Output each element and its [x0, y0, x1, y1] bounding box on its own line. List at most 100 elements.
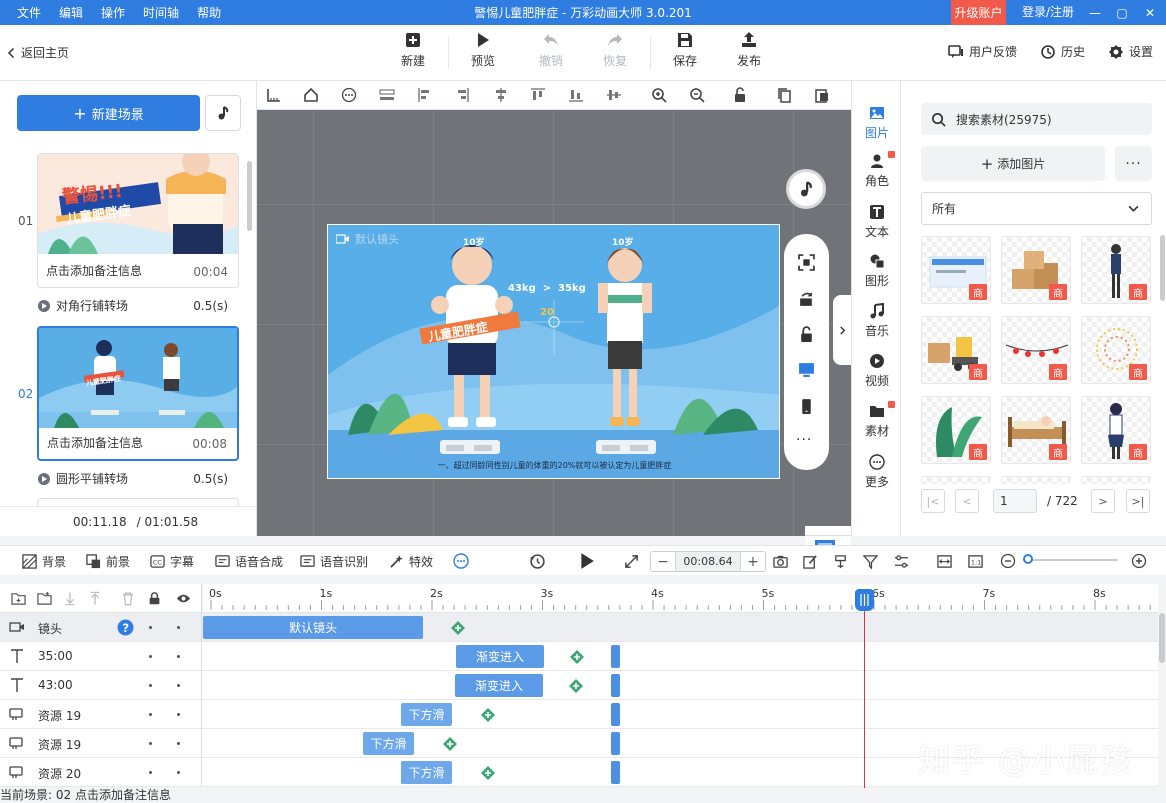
- add-keyframe-icon[interactable]: [569, 679, 583, 693]
- material-item[interactable]: 商: [1081, 396, 1151, 464]
- stage-workspace[interactable]: 默认镜头 10岁 10岁 43kg > 35kg 20 儿童肥胖症 一、超过同龄…: [257, 110, 851, 565]
- timeline-clip[interactable]: 默认镜头: [203, 616, 423, 639]
- playhead-handle[interactable]: [855, 589, 874, 611]
- next-page-button[interactable]: >: [1091, 489, 1115, 513]
- menu-edit[interactable]: 编辑: [59, 4, 83, 21]
- timeline-clip[interactable]: 下方滑: [401, 761, 452, 784]
- material-item[interactable]: 商: [1001, 316, 1071, 384]
- desktop-view-icon[interactable]: [798, 361, 815, 378]
- category-text[interactable]: 文本: [852, 204, 902, 240]
- track-label[interactable]: 资源 19: [0, 729, 202, 758]
- track-label[interactable]: 资源 19: [0, 700, 202, 729]
- visibility-toggle[interactable]: [177, 742, 180, 745]
- scene-scrollbar[interactable]: [247, 161, 252, 231]
- zoom-out-timeline-icon[interactable]: [1000, 553, 1016, 569]
- transition-play-icon[interactable]: [38, 472, 50, 485]
- clip-end-marker[interactable]: [611, 761, 620, 784]
- menu-help[interactable]: 帮助: [197, 4, 221, 21]
- add-folder-icon[interactable]: [11, 591, 26, 606]
- home-icon[interactable]: [303, 87, 319, 103]
- track-row[interactable]: 镜头? 默认镜头: [0, 613, 1158, 642]
- clip-end-marker[interactable]: [611, 732, 620, 755]
- replay-icon[interactable]: [529, 553, 546, 570]
- scene-transition[interactable]: 对角行铺转场 0.5(s): [38, 297, 228, 314]
- align-center-icon[interactable]: [493, 87, 509, 103]
- unlock-icon[interactable]: [732, 87, 748, 103]
- material-scrollbar[interactable]: [1160, 235, 1165, 301]
- last-page-button[interactable]: >|: [1126, 489, 1150, 513]
- copy-icon[interactable]: [776, 87, 792, 103]
- material-item-partial[interactable]: [1081, 476, 1151, 484]
- timeline-clip[interactable]: 渐变进入: [456, 645, 544, 668]
- more-dots-icon[interactable]: ···: [796, 432, 812, 448]
- add-keyframe-icon[interactable]: [443, 737, 457, 751]
- timeline-zoom-slider[interactable]: [1023, 554, 1033, 564]
- upgrade-account-button[interactable]: 升级账户: [951, 0, 1006, 25]
- scene-card-01[interactable]: 警惕!!! 儿童肥胖症 点击添加备注信息 00:04: [37, 153, 239, 288]
- snapshot-icon[interactable]: [773, 554, 788, 569]
- lock-icon[interactable]: [148, 591, 161, 606]
- add-keyframe-icon[interactable]: [451, 621, 465, 635]
- mobile-view-icon[interactable]: [798, 398, 815, 415]
- publish-button[interactable]: 发布: [737, 31, 761, 69]
- lock-toggle[interactable]: [149, 713, 152, 716]
- settings-button[interactable]: 设置: [1108, 43, 1153, 60]
- track-row[interactable]: 35:00 渐变进入: [0, 642, 1158, 671]
- filter-icon[interactable]: [863, 554, 878, 569]
- distribute-horizontal-icon[interactable]: [379, 87, 395, 103]
- add-keyframe-icon[interactable]: [570, 650, 584, 664]
- material-item[interactable]: 商: [1001, 396, 1071, 464]
- rotate-icon[interactable]: [798, 291, 815, 308]
- foreground-button[interactable]: 前景: [86, 553, 130, 570]
- more-circle-icon[interactable]: [341, 87, 357, 103]
- lock-toggle[interactable]: [149, 771, 152, 774]
- zoom-out-icon[interactable]: [689, 87, 705, 103]
- track-row[interactable]: 43:00 渐变进入: [0, 671, 1158, 700]
- minimize-button[interactable]: —: [1083, 0, 1107, 25]
- stage-canvas[interactable]: 默认镜头 10岁 10岁 43kg > 35kg 20 儿童肥胖症 一、超过同龄…: [327, 224, 780, 479]
- lock-toggle[interactable]: [149, 626, 152, 629]
- page-number-input[interactable]: 1: [993, 489, 1037, 513]
- expand-panel-button[interactable]: [833, 295, 851, 365]
- new-button[interactable]: 新建: [401, 31, 425, 69]
- material-search-input[interactable]: 搜索素材(25975): [921, 103, 1152, 135]
- effects-button[interactable]: 特效: [389, 553, 433, 570]
- material-item[interactable]: 商: [1001, 236, 1071, 304]
- timeline-ruler[interactable]: 0s 1s 2s 3s 4s 5s 6s 7s 8s: [203, 584, 1158, 613]
- track-label[interactable]: 镜头?: [0, 613, 202, 642]
- maximize-button[interactable]: ▢: [1110, 0, 1134, 25]
- text-to-speech-button[interactable]: 语音合成: [215, 553, 283, 570]
- material-item[interactable]: 商: [1081, 316, 1151, 384]
- scene-note[interactable]: 点击添加备注信息: [47, 434, 143, 451]
- zoom-in-icon[interactable]: [651, 87, 667, 103]
- back-home-button[interactable]: 返回主页: [6, 44, 69, 61]
- menu-file[interactable]: 文件: [17, 4, 41, 21]
- unlock-icon[interactable]: [798, 326, 815, 343]
- align-top-icon[interactable]: [530, 87, 546, 103]
- time-increment-button[interactable]: +: [741, 554, 765, 570]
- material-item[interactable]: 商: [921, 396, 991, 464]
- lock-toggle[interactable]: [149, 655, 152, 658]
- align-left-icon[interactable]: [417, 87, 433, 103]
- track-row[interactable]: 资源 19 下方滑: [0, 700, 1158, 729]
- preview-button[interactable]: 预览: [471, 31, 495, 69]
- subtitle-button[interactable]: CC 字幕: [150, 553, 194, 570]
- new-scene-button[interactable]: + 新建场景: [17, 95, 200, 131]
- delete-icon[interactable]: [121, 591, 135, 606]
- marker-icon[interactable]: [833, 554, 848, 569]
- lock-toggle[interactable]: [149, 684, 152, 687]
- menu-operate[interactable]: 操作: [101, 4, 125, 21]
- undo-button[interactable]: 撤销: [539, 31, 563, 69]
- scene-transition[interactable]: 圆形平铺转场 0.5(s): [38, 470, 228, 487]
- category-music[interactable]: 音乐: [852, 303, 902, 339]
- material-item[interactable]: 商: [921, 236, 991, 304]
- playback-time-value[interactable]: 00:08.64: [675, 552, 741, 571]
- paste-icon[interactable]: [814, 87, 830, 103]
- add-keyframe-icon[interactable]: [481, 708, 495, 722]
- track-label[interactable]: 35:00: [0, 642, 202, 671]
- align-bottom-icon[interactable]: [568, 87, 584, 103]
- timeline-zoom-track[interactable]: [1028, 559, 1118, 561]
- fit-screen-icon[interactable]: [798, 254, 815, 271]
- ruler-icon[interactable]: [266, 87, 282, 103]
- align-middle-icon[interactable]: [606, 87, 622, 103]
